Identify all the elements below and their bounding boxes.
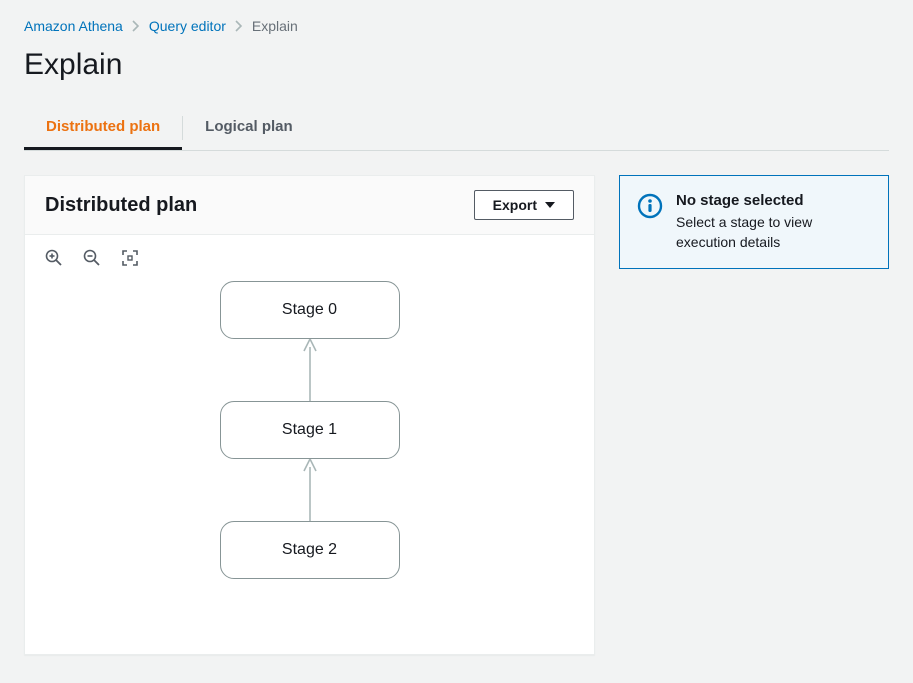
panel-title: Distributed plan [45, 194, 197, 217]
details-panel: No stage selected Select a stage to view… [619, 175, 889, 655]
zoom-in-icon[interactable] [45, 249, 63, 267]
stage-node-0[interactable]: Stage 0 [220, 281, 400, 339]
info-description: Select a stage to view execution details [676, 213, 872, 252]
breadcrumb-link-query-editor[interactable]: Query editor [149, 18, 226, 34]
chevron-right-icon [234, 20, 244, 32]
tabs: Distributed plan Logical plan [24, 106, 889, 151]
arrow-icon [300, 459, 320, 521]
breadcrumb-current: Explain [252, 18, 298, 34]
tab-logical-plan[interactable]: Logical plan [183, 106, 315, 150]
tab-distributed-plan[interactable]: Distributed plan [24, 106, 182, 150]
export-label: Export [493, 197, 537, 213]
diagram-toolbar [25, 235, 594, 281]
stage-node-1[interactable]: Stage 1 [220, 401, 400, 459]
fit-screen-icon[interactable] [121, 249, 139, 267]
caret-down-icon [545, 202, 555, 208]
chevron-right-icon [131, 20, 141, 32]
info-icon [636, 192, 664, 220]
page-title: Explain [24, 48, 889, 82]
arrow-icon [300, 339, 320, 401]
distributed-plan-panel: Distributed plan Export Stage 0 [24, 175, 595, 655]
zoom-out-icon[interactable] [83, 249, 101, 267]
plan-diagram: Stage 0 Stage 1 Stage 2 [25, 281, 594, 641]
export-button[interactable]: Export [474, 190, 574, 220]
info-title: No stage selected [676, 192, 872, 209]
panel-header: Distributed plan Export [25, 176, 594, 235]
info-box: No stage selected Select a stage to view… [619, 175, 889, 269]
stage-node-2[interactable]: Stage 2 [220, 521, 400, 579]
breadcrumb: Amazon Athena Query editor Explain [24, 18, 889, 34]
breadcrumb-link-athena[interactable]: Amazon Athena [24, 18, 123, 34]
